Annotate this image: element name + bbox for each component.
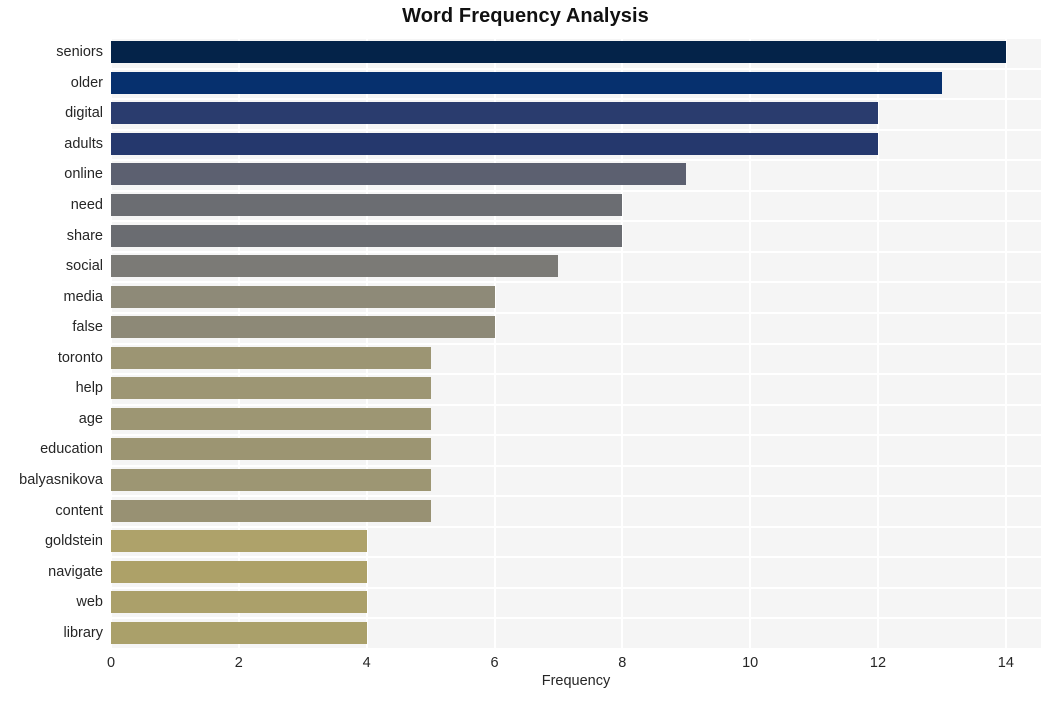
horizontal-gridline <box>111 587 1041 589</box>
bar <box>111 438 431 461</box>
bar <box>111 41 1006 64</box>
y-axis-tick-label: age <box>78 410 103 427</box>
horizontal-gridline <box>111 495 1041 497</box>
y-axis-tick-label: balyasnikova <box>19 471 103 488</box>
y-axis-tick-label: content <box>55 502 103 519</box>
bar <box>111 591 367 614</box>
y-axis-tick-label: goldstein <box>44 533 103 550</box>
bar <box>111 407 431 430</box>
x-axis-tick-label: 8 <box>618 655 627 671</box>
horizontal-gridline <box>111 251 1041 253</box>
x-axis-tick-label: 12 <box>869 655 887 671</box>
horizontal-gridline <box>111 404 1041 406</box>
y-axis-tick-label: false <box>72 319 103 336</box>
horizontal-gridline <box>111 68 1041 70</box>
x-axis-tick-labels: 0 2 4 6 8 10 12 14 <box>0 652 1051 674</box>
y-axis-tick-label: digital <box>65 105 103 122</box>
horizontal-gridline <box>111 556 1041 558</box>
bar <box>111 560 367 583</box>
horizontal-gridline <box>111 37 1041 39</box>
x-axis-tick-label: 10 <box>742 655 759 671</box>
y-axis-tick-label: help <box>75 380 103 397</box>
horizontal-gridline <box>111 281 1041 283</box>
y-axis-tick-label: need <box>70 197 103 214</box>
y-axis-tick-label: older <box>70 74 103 91</box>
bar <box>111 163 687 186</box>
bar <box>111 377 431 400</box>
bar <box>111 71 942 94</box>
y-axis-tick-label: share <box>66 227 103 244</box>
bar <box>111 530 367 553</box>
y-axis-tick-label: toronto <box>57 349 103 366</box>
bar <box>111 346 431 369</box>
y-axis-tick-label: media <box>63 288 104 305</box>
plot-area <box>111 37 1041 648</box>
x-axis-title: Frequency <box>541 673 611 689</box>
bar <box>111 285 495 308</box>
bar <box>111 316 495 339</box>
word-frequency-chart-figure: Word Frequency Analysis seniors older digi… <box>0 0 1051 701</box>
y-axis-tick-label: education <box>40 441 103 458</box>
chart-title: Word Frequency Analysis <box>402 5 649 27</box>
x-axis-tick-label: 14 <box>997 655 1014 671</box>
y-axis-tick-label: seniors <box>56 44 103 61</box>
x-axis-tick-label: 2 <box>234 655 243 671</box>
y-axis-tick-label: adults <box>64 135 103 152</box>
horizontal-gridline <box>111 465 1041 467</box>
horizontal-gridline <box>111 190 1041 192</box>
bar <box>111 499 431 522</box>
y-axis-tick-label: navigate <box>48 563 103 580</box>
bar <box>111 194 623 217</box>
bar <box>111 224 623 247</box>
horizontal-gridline <box>111 220 1041 222</box>
horizontal-gridline <box>111 526 1041 528</box>
x-axis-tick-label: 0 <box>106 655 116 671</box>
horizontal-gridline <box>111 343 1041 345</box>
horizontal-gridline <box>111 312 1041 314</box>
horizontal-gridline <box>111 98 1041 100</box>
horizontal-gridline <box>111 373 1041 375</box>
horizontal-gridline <box>111 159 1041 161</box>
bar <box>111 102 878 125</box>
bar <box>111 255 559 278</box>
x-axis-tick-label: 6 <box>490 655 499 671</box>
y-axis-tick-label: library <box>63 624 103 641</box>
horizontal-gridline <box>111 617 1041 619</box>
bar <box>111 468 431 491</box>
bar <box>111 132 878 155</box>
x-axis-tick-label: 4 <box>362 655 371 671</box>
y-axis-tick-label: online <box>64 166 103 183</box>
y-axis-tick-label: social <box>65 258 103 275</box>
y-axis-tick-label: web <box>76 594 103 611</box>
y-axis-tick-labels: seniors older digital adults online need share… <box>0 37 103 648</box>
bar <box>111 621 367 644</box>
horizontal-gridline <box>111 434 1041 436</box>
horizontal-gridline <box>111 129 1041 131</box>
